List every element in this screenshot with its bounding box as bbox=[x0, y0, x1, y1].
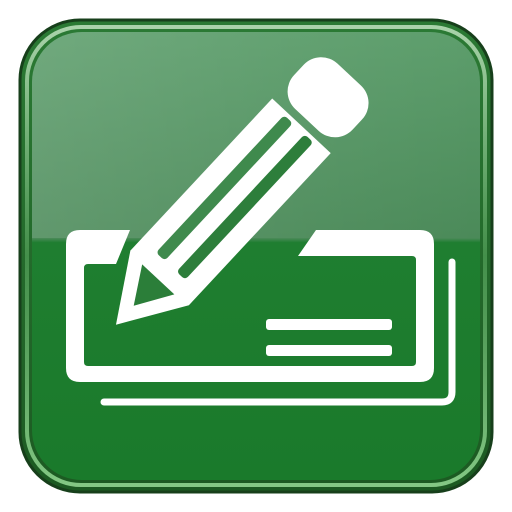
check-line-2 bbox=[266, 345, 392, 356]
app-icon-stage bbox=[0, 0, 512, 512]
checkbook-pencil-icon[interactable] bbox=[0, 0, 512, 512]
check-line-1 bbox=[266, 319, 392, 330]
